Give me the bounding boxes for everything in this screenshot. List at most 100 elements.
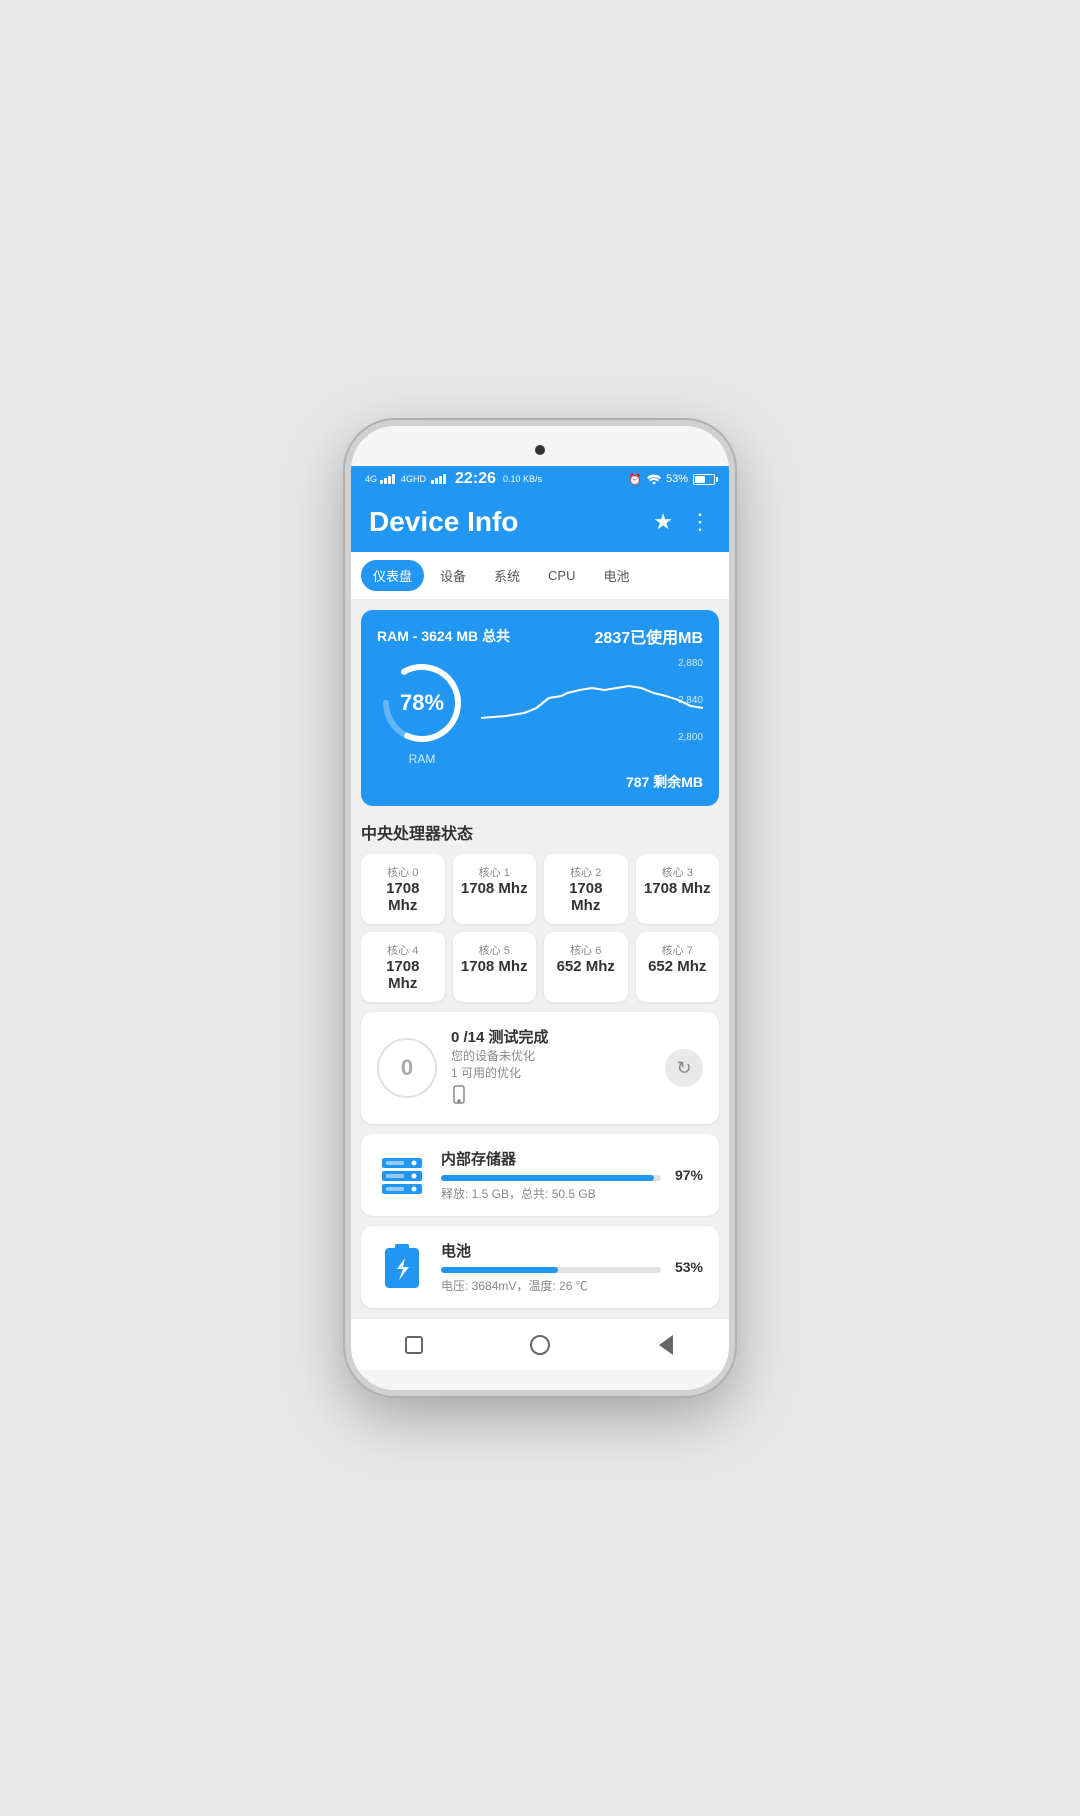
nav-recents-button[interactable] bbox=[399, 1330, 429, 1360]
core-5-speed: 1708 Mhz bbox=[461, 958, 529, 975]
back-icon bbox=[659, 1335, 673, 1355]
ram-card: RAM - 3624 MB 总共 2837已使用MB 7 bbox=[361, 610, 719, 806]
tab-system[interactable]: 系统 bbox=[482, 560, 532, 591]
bar4b bbox=[443, 474, 446, 484]
tab-cpu[interactable]: CPU bbox=[536, 562, 587, 589]
core-1-speed: 1708 Mhz bbox=[461, 880, 529, 897]
recents-icon bbox=[405, 1336, 423, 1354]
camera bbox=[535, 445, 545, 455]
status-bar: 4G 4GHD 22:26 0.10 KB/s ⏰ 53% bbox=[351, 466, 729, 492]
battery-info: 电池 电压: 3684mV，温度: 26 ℃ bbox=[441, 1240, 661, 1294]
bar1 bbox=[380, 480, 383, 484]
battery-pct-label: 53% bbox=[666, 473, 688, 485]
favorite-icon[interactable]: ★ bbox=[653, 509, 673, 535]
tab-battery[interactable]: 电池 bbox=[592, 560, 642, 591]
battery-fill bbox=[695, 476, 705, 483]
opt-info: 0 /14 测试完成 您的设备未优化 1 可用的优化 bbox=[451, 1026, 651, 1110]
phone-bottom bbox=[351, 1370, 729, 1390]
battery-pct-label: 53% bbox=[675, 1259, 703, 1275]
core-3-name: 核心 3 bbox=[644, 864, 712, 880]
tabs-bar: 仪表盘 设备 系统 CPU 电池 bbox=[351, 552, 729, 600]
refresh-button[interactable]: ↻ bbox=[665, 1049, 703, 1087]
cpu-section-title: 中央处理器状态 bbox=[361, 816, 719, 846]
chart-label-mid: 2,840 bbox=[678, 695, 703, 706]
cpu-core-0: 核心 0 1708Mhz bbox=[361, 854, 445, 924]
network-type1-label: 4G bbox=[365, 474, 377, 484]
opt-subtitle2: 1 可用的优化 bbox=[451, 1064, 651, 1081]
bar2b bbox=[435, 478, 438, 484]
home-icon bbox=[530, 1335, 550, 1355]
core-2-name: 核心 2 bbox=[552, 864, 620, 880]
signal-bars2 bbox=[431, 474, 446, 484]
ram-chart-svg bbox=[481, 658, 703, 738]
core-2-speed: 1708Mhz bbox=[552, 880, 620, 914]
main-content: RAM - 3624 MB 总共 2837已使用MB 7 bbox=[351, 600, 729, 1318]
opt-title: 0 /14 测试完成 bbox=[451, 1026, 651, 1047]
phone-top bbox=[351, 426, 729, 466]
core-0-speed: 1708Mhz bbox=[369, 880, 437, 914]
ram-used-label: 2837已使用MB bbox=[595, 624, 703, 648]
cpu-core-4: 核心 4 1708Mhz bbox=[361, 932, 445, 1002]
opt-subtitle1: 您的设备未优化 bbox=[451, 1047, 651, 1064]
core-5-name: 核心 5 bbox=[461, 942, 529, 958]
cpu-core-5: 核心 5 1708 Mhz bbox=[453, 932, 537, 1002]
tab-dashboard[interactable]: 仪表盘 bbox=[361, 560, 424, 591]
gauge-container: 78% RAM bbox=[377, 658, 467, 766]
nav-home-button[interactable] bbox=[525, 1330, 555, 1360]
bar3 bbox=[388, 476, 391, 484]
ram-gauge: 78% bbox=[377, 658, 467, 748]
storage-pct-label: 97% bbox=[675, 1167, 703, 1183]
cpu-section: 中央处理器状态 核心 0 1708Mhz 核心 1 1708 Mhz 核心 2 … bbox=[361, 816, 719, 1002]
storage-card: 内部存储器 释放: 1.5 GB，总共: 50.5 GB 97% bbox=[361, 1134, 719, 1216]
bar2 bbox=[384, 478, 387, 484]
core-0-name: 核心 0 bbox=[369, 864, 437, 880]
opt-score: 0 bbox=[401, 1055, 413, 1081]
header-icons: ★ ⋮ bbox=[653, 509, 711, 535]
cpu-core-2: 核心 2 1708Mhz bbox=[544, 854, 628, 924]
storage-title: 内部存储器 bbox=[441, 1148, 661, 1169]
battery-progress-wrap bbox=[441, 1267, 661, 1273]
optimization-card: 0 0 /14 测试完成 您的设备未优化 1 可用的优化 ↻ bbox=[361, 1012, 719, 1124]
chart-labels: 2,880 2,840 2,800 bbox=[678, 658, 703, 743]
core-4-speed: 1708Mhz bbox=[369, 958, 437, 992]
ram-chart-area: 2,880 2,840 2,800 bbox=[481, 658, 703, 743]
bar3b bbox=[439, 476, 442, 484]
refresh-icon: ↻ bbox=[676, 1058, 691, 1079]
core-7-speed: 652 Mhz bbox=[644, 958, 712, 975]
cpu-core-1: 核心 1 1708 Mhz bbox=[453, 854, 537, 924]
ram-title: RAM - 3624 MB 总共 bbox=[377, 626, 510, 646]
battery-status-icon bbox=[693, 474, 715, 485]
battery-card-icon bbox=[377, 1242, 427, 1292]
percent-sym: % bbox=[424, 690, 444, 715]
storage-progress-wrap bbox=[441, 1175, 661, 1181]
bar4 bbox=[392, 474, 395, 484]
notch bbox=[475, 439, 605, 461]
core-7-name: 核心 7 bbox=[644, 942, 712, 958]
cpu-grid: 核心 0 1708Mhz 核心 1 1708 Mhz 核心 2 1708Mhz … bbox=[361, 854, 719, 1002]
battery-detail: 电压: 3684mV，温度: 26 ℃ bbox=[441, 1277, 661, 1294]
status-left: 4G 4GHD 22:26 0.10 KB/s bbox=[365, 470, 542, 488]
battery-progress-fill bbox=[441, 1267, 558, 1273]
storage-detail: 释放: 1.5 GB，总共: 50.5 GB bbox=[441, 1185, 661, 1202]
core-1-name: 核心 1 bbox=[461, 864, 529, 880]
core-3-speed: 1708 Mhz bbox=[644, 880, 712, 897]
wifi-icon bbox=[647, 472, 661, 487]
ram-remaining-label: 787 剩余MB bbox=[626, 772, 703, 792]
gauge-label: 78% bbox=[400, 690, 444, 716]
device-icon bbox=[451, 1085, 651, 1110]
more-options-icon[interactable]: ⋮ bbox=[689, 509, 711, 535]
ram-header: RAM - 3624 MB 总共 2837已使用MB bbox=[377, 624, 703, 648]
tab-device[interactable]: 设备 bbox=[428, 560, 478, 591]
storage-progress-fill bbox=[441, 1175, 654, 1181]
bottom-nav bbox=[351, 1318, 729, 1370]
gauge-percent: 78% bbox=[400, 690, 444, 715]
storage-info: 内部存储器 释放: 1.5 GB，总共: 50.5 GB bbox=[441, 1148, 661, 1202]
app-header: Device Info ★ ⋮ bbox=[351, 492, 729, 552]
signal-bars bbox=[380, 474, 395, 484]
core-6-speed: 652 Mhz bbox=[552, 958, 620, 975]
nav-back-button[interactable] bbox=[651, 1330, 681, 1360]
app-title: Device Info bbox=[369, 506, 518, 538]
network-speed-label: 0.10 KB/s bbox=[503, 474, 542, 484]
opt-score-circle: 0 bbox=[377, 1038, 437, 1098]
alarm-icon: ⏰ bbox=[628, 473, 642, 486]
